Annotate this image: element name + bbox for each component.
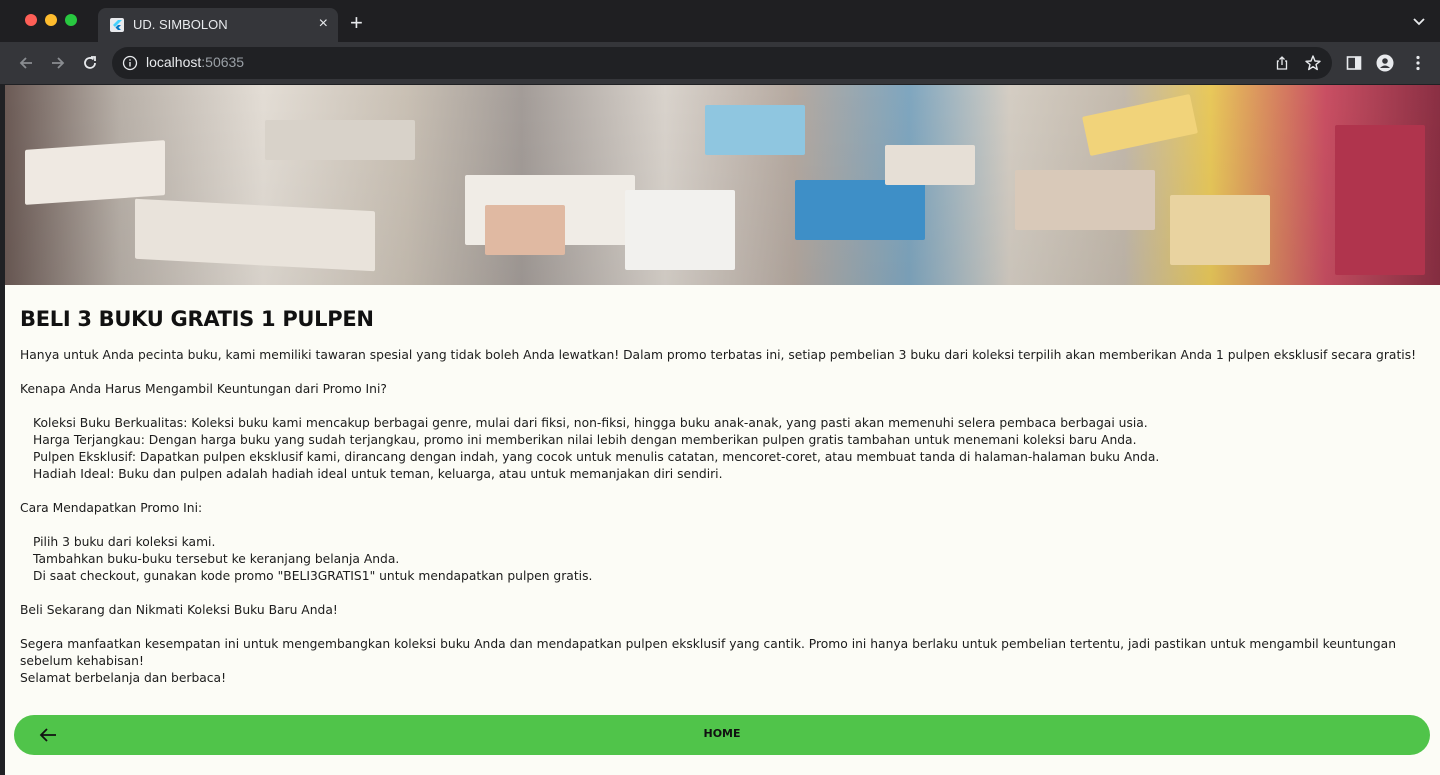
more-menu-icon[interactable] (1409, 54, 1427, 72)
why-heading: Kenapa Anda Harus Mengambil Keuntungan d… (20, 382, 387, 396)
how-item: Tambahkan buku-buku tersebut ke keranjan… (33, 552, 400, 566)
banner-image (5, 85, 1440, 285)
forward-arrow-icon[interactable] (49, 54, 67, 72)
closing-line: Selamat berbelanja dan berbaca! (20, 671, 227, 685)
chevron-down-icon[interactable] (1412, 14, 1426, 28)
back-arrow-icon[interactable] (17, 54, 35, 72)
why-item: Harga Terjangkau: Dengan harga buku yang… (33, 433, 1137, 447)
why-item: Hadiah Ideal: Buku dan pulpen adalah had… (33, 467, 723, 481)
page-content: BELI 3 BUKU GRATIS 1 PULPEN Hanya untuk … (5, 85, 1440, 775)
flutter-icon (110, 18, 124, 32)
url-port: :50635 (201, 54, 245, 70)
side-panel-icon[interactable] (1345, 54, 1363, 72)
page-title: BELI 3 BUKU GRATIS 1 PULPEN (20, 307, 374, 331)
maximize-window-button[interactable] (65, 14, 77, 26)
intro-paragraph: Hanya untuk Anda pecinta buku, kami memi… (20, 348, 1417, 362)
new-tab-icon[interactable]: + (350, 12, 363, 34)
reload-icon[interactable] (81, 54, 99, 72)
why-item: Pulpen Eksklusif: Dapatkan pulpen eksklu… (33, 450, 1160, 464)
browser-window: UD. SIMBOLON × + localhost:50635 BELI 3 … (0, 0, 1440, 775)
info-icon[interactable] (122, 55, 138, 71)
home-button[interactable]: HOME (14, 715, 1430, 755)
close-tab-icon[interactable]: × (319, 15, 328, 33)
close-window-button[interactable] (25, 14, 37, 26)
bookmark-star-icon[interactable] (1304, 54, 1322, 72)
minimize-window-button[interactable] (45, 14, 57, 26)
cta-text: Beli Sekarang dan Nikmati Koleksi Buku B… (20, 603, 338, 617)
how-item: Pilih 3 buku dari koleksi kami. (33, 535, 216, 549)
browser-toolbar: localhost:50635 (0, 42, 1440, 84)
url-text: localhost:50635 (146, 54, 244, 70)
closing-paragraph: Segera manfaatkan kesempatan ini untuk m… (20, 637, 1397, 668)
how-heading: Cara Mendapatkan Promo Ini: (20, 501, 203, 515)
url-host: localhost (146, 54, 202, 70)
share-icon[interactable] (1274, 55, 1290, 71)
promo-description: Hanya untuk Anda pecinta buku, kami memi… (20, 347, 1420, 687)
address-bar[interactable]: localhost:50635 (112, 47, 1332, 79)
tab-strip: UD. SIMBOLON × + (0, 0, 1440, 42)
why-item: Koleksi Buku Berkualitas: Koleksi buku k… (33, 416, 1148, 430)
home-label: HOME (703, 727, 741, 740)
browser-tab[interactable]: UD. SIMBOLON × (98, 8, 338, 42)
tab-title: UD. SIMBOLON (133, 17, 228, 32)
profile-icon[interactable] (1376, 54, 1394, 72)
how-item: Di saat checkout, gunakan kode promo "BE… (33, 569, 593, 583)
